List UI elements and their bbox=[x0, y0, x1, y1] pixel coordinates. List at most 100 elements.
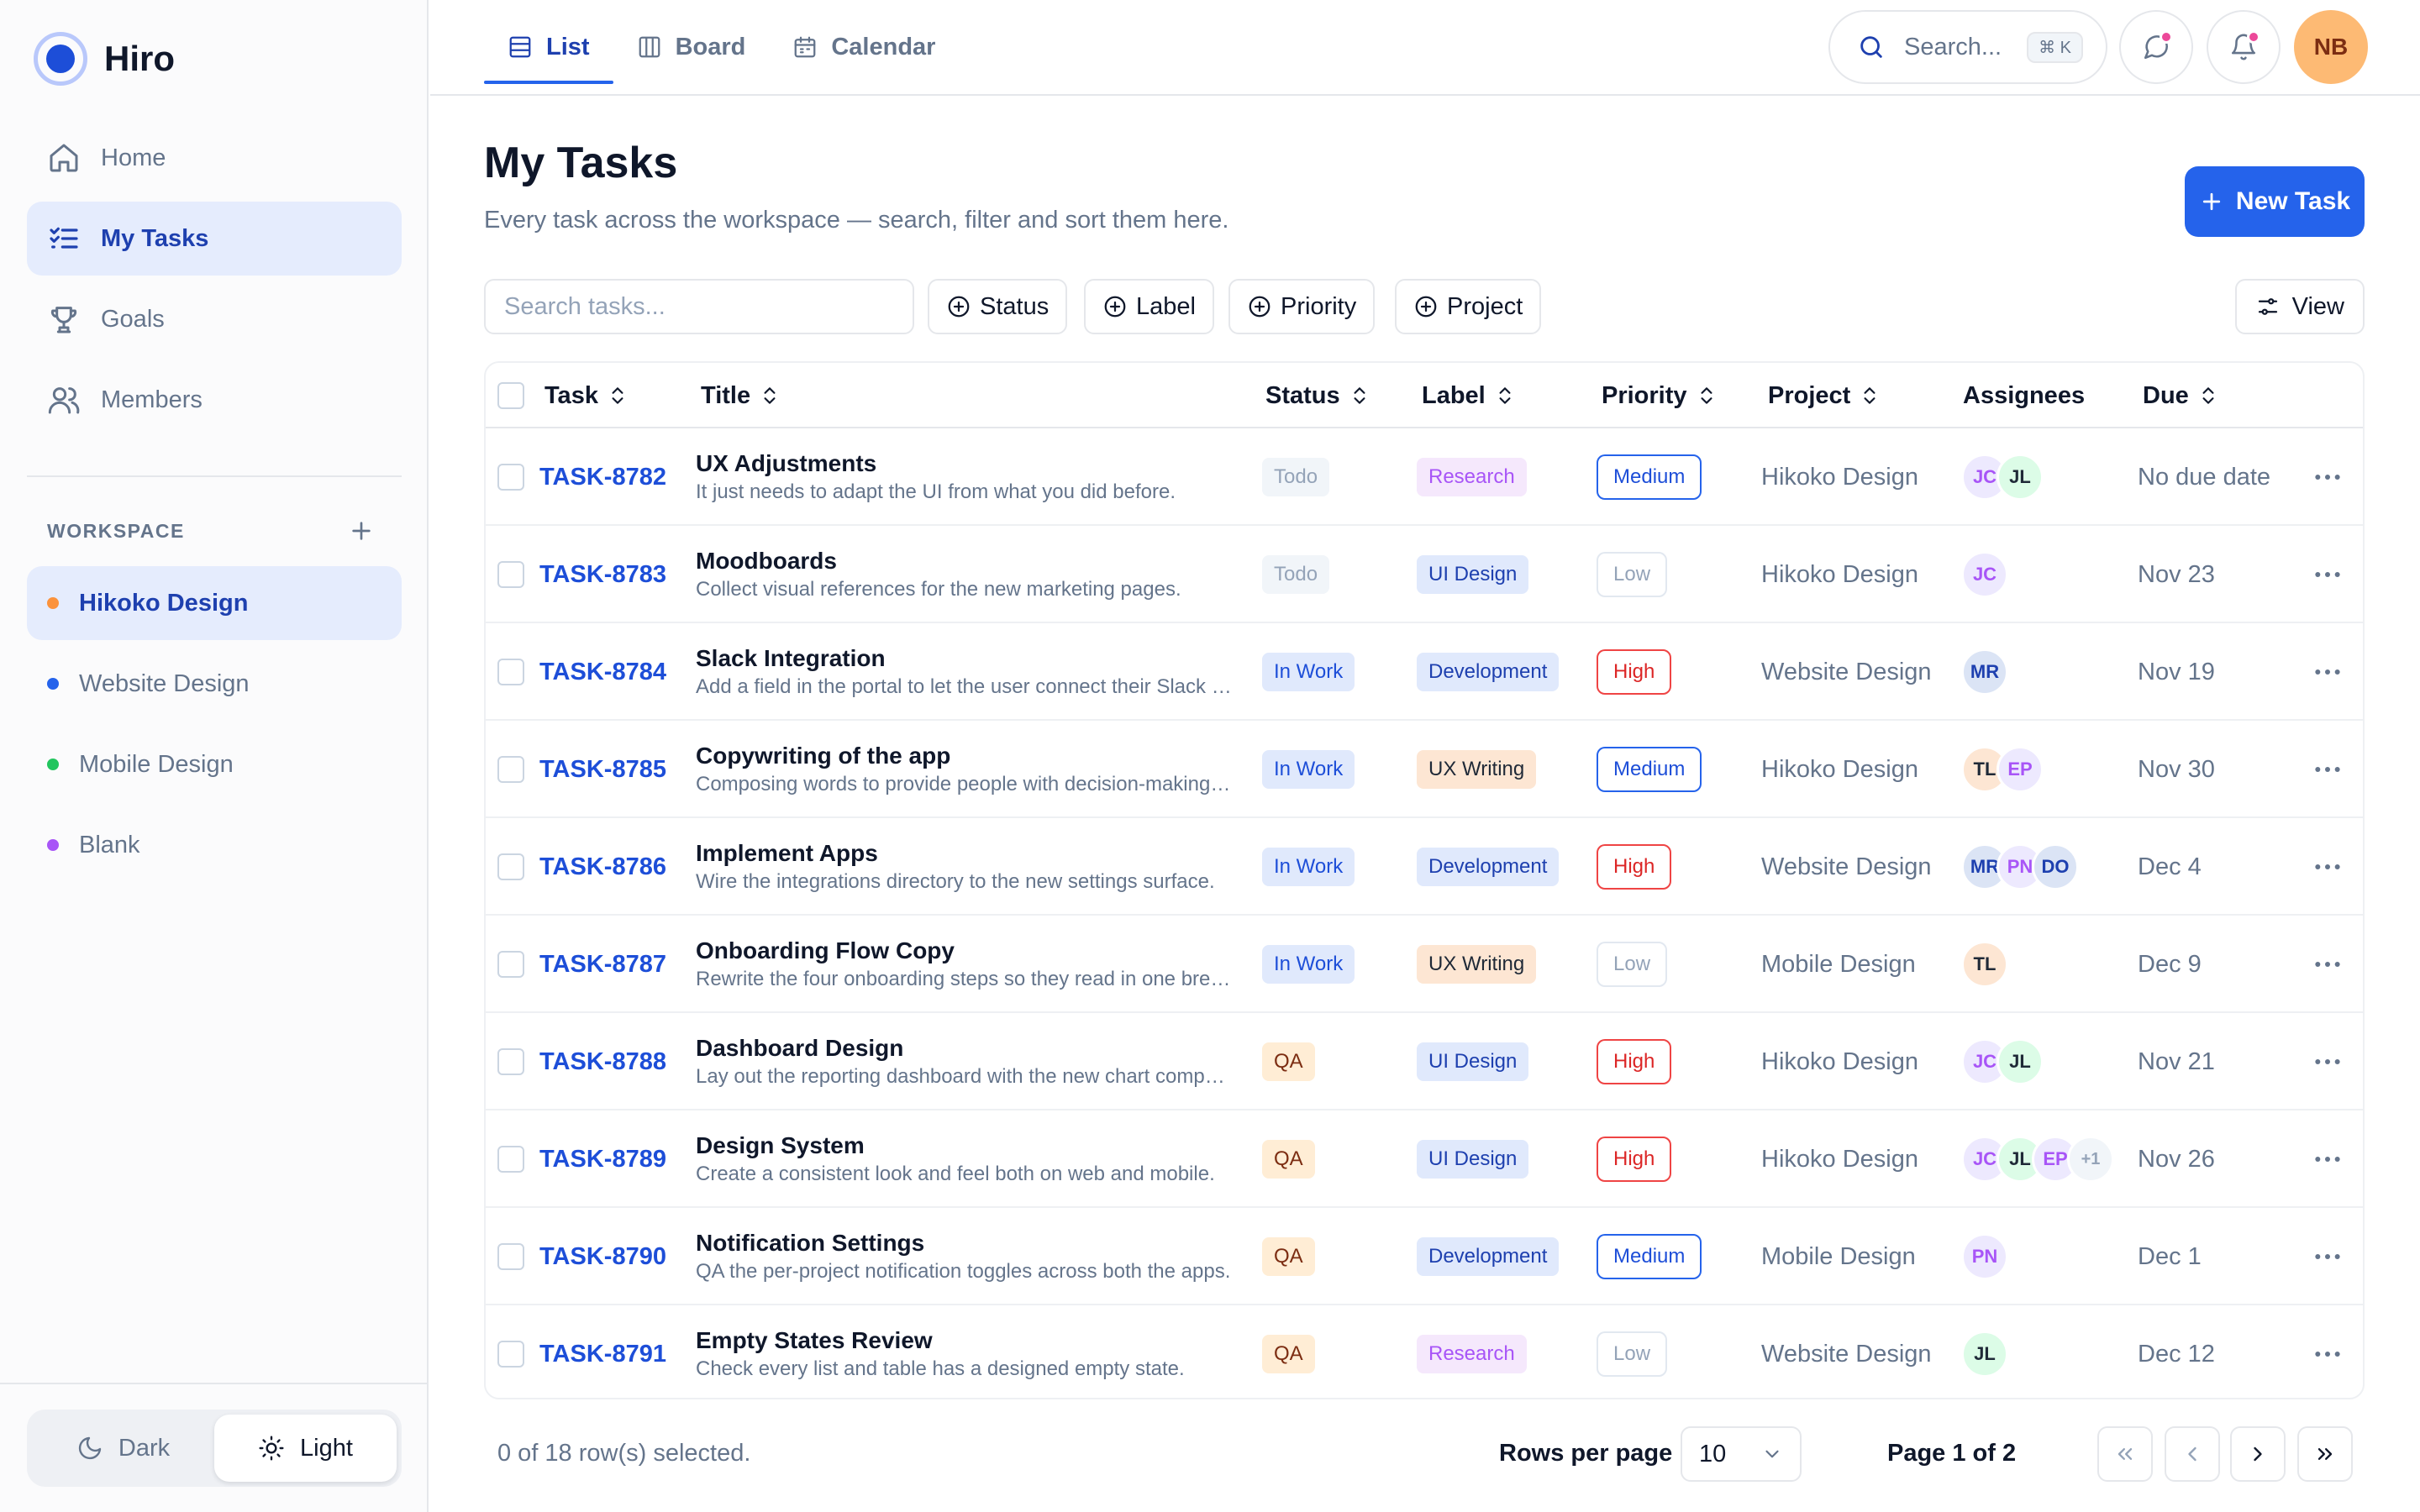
last-page-button[interactable] bbox=[2297, 1426, 2353, 1482]
filter-label-button[interactable]: Label bbox=[1084, 279, 1214, 334]
tab-board[interactable]: Board bbox=[613, 0, 770, 94]
filter-project-button[interactable]: Project bbox=[1395, 279, 1542, 334]
notifications-button[interactable] bbox=[2207, 10, 2281, 84]
row-checkbox[interactable] bbox=[497, 1243, 524, 1270]
table-row[interactable]: TASK-8783 Moodboards Collect visual refere… bbox=[486, 526, 2363, 623]
table-row[interactable]: TASK-8784 Slack Integration Add a field in… bbox=[486, 623, 2363, 721]
more-horizontal-icon[interactable] bbox=[2311, 1142, 2344, 1176]
assignee-avatar[interactable]: MR bbox=[1961, 648, 2008, 696]
more-horizontal-icon[interactable] bbox=[2311, 753, 2344, 786]
column-header-task[interactable]: Task bbox=[544, 363, 629, 428]
tab-list[interactable]: List bbox=[484, 0, 613, 94]
task-id-link[interactable]: TASK-8784 bbox=[539, 659, 666, 686]
assignee-avatar[interactable]: JL bbox=[1996, 1038, 2044, 1085]
table-row[interactable]: TASK-8785 Copywriting of the app Composing… bbox=[486, 721, 2363, 818]
task-description: Lay out the reporting dashboard with the… bbox=[696, 1065, 1234, 1088]
previous-page-button[interactable] bbox=[2165, 1426, 2220, 1482]
assignee-avatar[interactable]: PN bbox=[1961, 1233, 2008, 1280]
row-checkbox[interactable] bbox=[497, 1341, 524, 1368]
messages-button[interactable] bbox=[2119, 10, 2193, 84]
new-task-button[interactable]: New Task bbox=[2185, 166, 2365, 237]
task-id-link[interactable]: TASK-8789 bbox=[539, 1146, 666, 1173]
column-header-title[interactable]: Title bbox=[701, 363, 781, 428]
sidebar-item-goals[interactable]: Goals bbox=[27, 282, 402, 356]
table-row[interactable]: TASK-8789 Design System Create a consisten… bbox=[486, 1110, 2363, 1208]
assignee-avatar[interactable]: TL bbox=[1961, 941, 2008, 988]
workspace-item-mobile-design[interactable]: Mobile Design bbox=[27, 727, 402, 801]
workspace-item-website-design[interactable]: Website Design bbox=[27, 647, 402, 721]
table-row[interactable]: TASK-8790 Notification Settings QA the per… bbox=[486, 1208, 2363, 1305]
global-search-button[interactable]: Search... ⌘ K bbox=[1828, 10, 2107, 84]
more-horizontal-icon[interactable] bbox=[2311, 1337, 2344, 1371]
row-checkbox[interactable] bbox=[497, 659, 524, 685]
more-horizontal-icon[interactable] bbox=[2311, 1045, 2344, 1079]
task-description: Add a field in the portal to let the use… bbox=[696, 675, 1234, 698]
brand[interactable]: Hiro bbox=[34, 32, 175, 86]
filter-status-button[interactable]: Status bbox=[928, 279, 1068, 334]
table-row[interactable]: TASK-8787 Onboarding Flow Copy Rewrite the… bbox=[486, 916, 2363, 1013]
assignee-overflow[interactable]: +1 bbox=[2067, 1136, 2114, 1183]
row-checkbox[interactable] bbox=[497, 951, 524, 978]
sidebar-item-home[interactable]: Home bbox=[27, 121, 402, 195]
task-id-link[interactable]: TASK-8786 bbox=[539, 853, 666, 881]
status-badge: QA bbox=[1262, 1335, 1315, 1373]
tab-label: List bbox=[546, 33, 590, 60]
workspace-item-hikoko-design[interactable]: Hikoko Design bbox=[27, 566, 402, 640]
column-header-due[interactable]: Due bbox=[2143, 363, 2219, 428]
add-workspace-icon[interactable] bbox=[348, 517, 375, 544]
sidebar-item-members[interactable]: Members bbox=[27, 363, 402, 437]
table-row[interactable]: TASK-8786 Implement Apps Wire the integrat… bbox=[486, 818, 2363, 916]
plus-circle-icon bbox=[1104, 296, 1126, 318]
row-checkbox[interactable] bbox=[497, 1146, 524, 1173]
task-id-link[interactable]: TASK-8782 bbox=[539, 464, 666, 491]
table-row[interactable]: TASK-8782 UX Adjustments It just needs to … bbox=[486, 428, 2363, 526]
column-header-status[interactable]: Status bbox=[1265, 363, 1370, 428]
select-all-checkbox[interactable] bbox=[497, 382, 524, 409]
column-header-project[interactable]: Project bbox=[1768, 363, 1881, 428]
more-horizontal-icon[interactable] bbox=[2311, 850, 2344, 884]
more-horizontal-icon[interactable] bbox=[2311, 948, 2344, 981]
more-horizontal-icon[interactable] bbox=[2311, 558, 2344, 591]
assignee-avatar[interactable]: DO bbox=[2032, 843, 2079, 890]
theme-toggle: Dark Light bbox=[27, 1410, 402, 1487]
task-search-input[interactable]: Search tasks... bbox=[484, 279, 914, 334]
column-header-priority[interactable]: Priority bbox=[1602, 363, 1718, 428]
task-id-link[interactable]: TASK-8783 bbox=[539, 561, 666, 589]
view-options-button[interactable]: View bbox=[2234, 279, 2365, 334]
theme-dark-button[interactable]: Dark bbox=[32, 1415, 214, 1482]
task-id-link[interactable]: TASK-8785 bbox=[539, 756, 666, 784]
more-horizontal-icon[interactable] bbox=[2311, 460, 2344, 494]
task-id-link[interactable]: TASK-8788 bbox=[539, 1048, 666, 1076]
assignee-avatar[interactable]: JL bbox=[1961, 1331, 2008, 1378]
task-id-link[interactable]: TASK-8791 bbox=[539, 1341, 666, 1368]
first-page-button[interactable] bbox=[2097, 1426, 2153, 1482]
next-page-button[interactable] bbox=[2230, 1426, 2286, 1482]
sidebar-item-my-tasks[interactable]: My Tasks bbox=[27, 202, 402, 276]
more-horizontal-icon[interactable] bbox=[2311, 655, 2344, 689]
sort-icon bbox=[612, 387, 623, 404]
workspace-item-blank[interactable]: Blank bbox=[27, 808, 402, 882]
status-badge: In Work bbox=[1262, 848, 1355, 886]
assignee-avatar[interactable]: EP bbox=[1996, 746, 2044, 793]
assignee-avatar[interactable]: JL bbox=[1996, 454, 2044, 501]
assignee-avatar[interactable]: JC bbox=[1961, 551, 2008, 598]
theme-light-button[interactable]: Light bbox=[214, 1415, 397, 1482]
user-avatar[interactable]: NB bbox=[2294, 10, 2368, 84]
task-id-link[interactable]: TASK-8790 bbox=[539, 1243, 666, 1271]
table-row[interactable]: TASK-8788 Dashboard Design Lay out the rep… bbox=[486, 1013, 2363, 1110]
row-checkbox[interactable] bbox=[497, 464, 524, 491]
more-horizontal-icon[interactable] bbox=[2311, 1240, 2344, 1273]
tab-calendar[interactable]: Calendar bbox=[769, 0, 959, 94]
row-checkbox[interactable] bbox=[497, 756, 524, 783]
filter-priority-button[interactable]: Priority bbox=[1228, 279, 1376, 334]
notification-dot bbox=[2160, 30, 2173, 44]
row-checkbox[interactable] bbox=[497, 1048, 524, 1075]
chevron-left-icon bbox=[2188, 1446, 2196, 1462]
table-row[interactable]: TASK-8791 Empty States Review Check every … bbox=[486, 1305, 2363, 1398]
plus-circle-icon bbox=[948, 296, 970, 318]
row-checkbox[interactable] bbox=[497, 853, 524, 880]
row-checkbox[interactable] bbox=[497, 561, 524, 588]
column-header-label[interactable]: Label bbox=[1422, 363, 1516, 428]
task-id-link[interactable]: TASK-8787 bbox=[539, 951, 666, 979]
rows-per-page-select[interactable]: 10 bbox=[1681, 1426, 1802, 1482]
